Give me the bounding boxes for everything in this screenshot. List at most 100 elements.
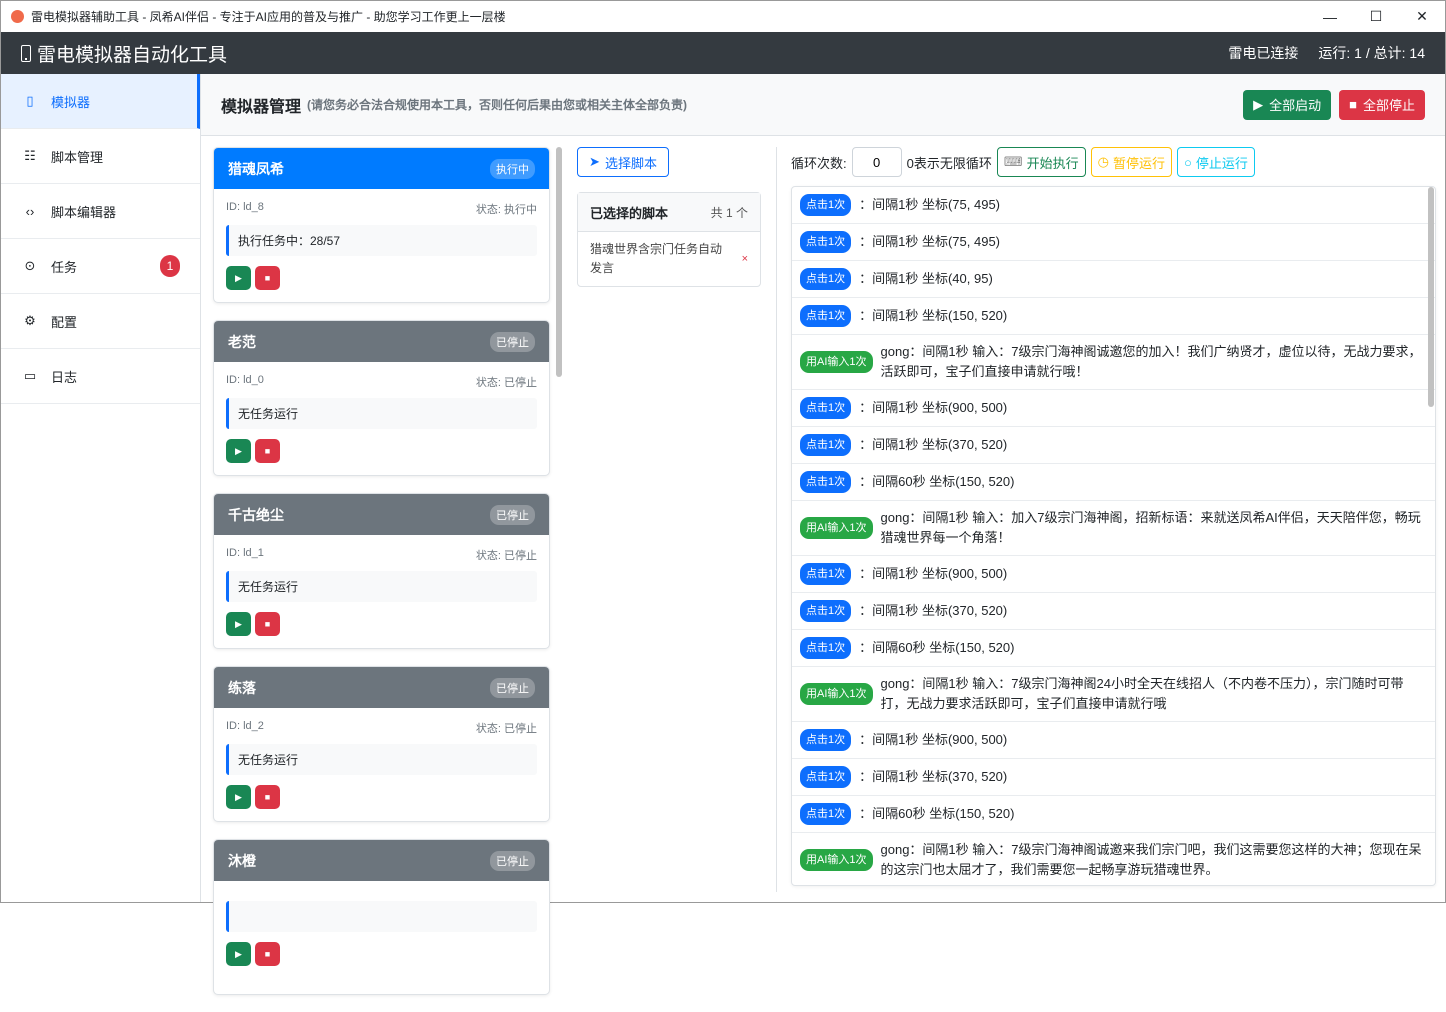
action-tag: 点击1次 — [800, 194, 852, 216]
sidebar-item-label: 日志 — [51, 369, 78, 385]
stop-emulator-button[interactable]: ■ — [255, 942, 280, 966]
emulator-card: 沐橙 已停止 ▶ ■ — [213, 839, 550, 995]
start-execution-button[interactable]: ⌨ 开始执行 — [996, 147, 1086, 177]
stop-icon: ■ — [264, 273, 271, 283]
stop-emulator-button[interactable]: ■ — [255, 612, 280, 636]
stop-all-button[interactable]: ■ 全部停止 — [1339, 89, 1425, 120]
stop-emulator-button[interactable]: ■ — [255, 785, 280, 809]
step-row: 点击1次 ：间隔60秒 坐标(150, 520) — [792, 796, 1435, 833]
stop-icon: ■ — [264, 949, 271, 959]
action-tag: 点击1次 — [800, 637, 852, 659]
emulator-card: 猎魂凤希 执行中 ID: ld_8 状态: 执行中 执行任务中：28/57 ▶ ■ — [213, 147, 550, 303]
script-name: 猎魂世界含宗门任务自动发言 — [590, 242, 723, 275]
start-emulator-button[interactable]: ▶ — [226, 942, 251, 966]
remove-script-button[interactable]: × — [742, 250, 748, 269]
task-status: 无任务运行 — [226, 744, 537, 775]
status-badge: 已停止 — [490, 331, 535, 352]
emulator-status: 状态: 执行中 — [475, 204, 537, 216]
execution-panel: 循环次数: 0表示无限循环 ⌨开始执行 ◷暂停运行 ○停止运行 点击1次 ：间隔1… — [791, 147, 1436, 886]
task-status: 无任务运行 — [226, 398, 537, 429]
step-row: 点击1次 ：间隔1秒 坐标(75, 495) — [792, 187, 1435, 224]
step-row: 点击1次 ：间隔1秒 坐标(370, 520) — [792, 593, 1435, 630]
emulator-name: 千古绝尘 — [228, 506, 284, 523]
action-tag: 点击1次 — [800, 434, 852, 456]
loop-count-input[interactable] — [851, 147, 902, 177]
stop-emulator-button[interactable]: ■ — [255, 266, 280, 290]
status-badge: 已停止 — [490, 504, 535, 525]
app-header: 雷电模拟器自动化工具 雷电已连接 运行: 1 / 总计: 14 — [1, 32, 1445, 74]
emulator-name: 练落 — [228, 679, 256, 696]
task-status: 执行任务中：28/57 — [226, 225, 537, 256]
sidebar-item-emulator[interactable]: ▯ 模拟器 — [1, 74, 200, 129]
play-icon: ▶ — [235, 948, 242, 959]
select-script-button[interactable]: ➤ 选择脚本 — [577, 147, 669, 177]
emulator-card: 老范 已停止 ID: ld_0 状态: 已停止 无任务运行 ▶ ■ — [213, 320, 550, 476]
connection-status: 雷电已连接 — [1228, 45, 1299, 61]
page-title: 模拟器管理 — [221, 98, 302, 116]
emulator-status: 状态: 已停止 — [475, 550, 537, 562]
step-text: ：间隔1秒 坐标(370, 520) — [859, 769, 1008, 784]
step-row: 点击1次 ：间隔1秒 坐标(75, 495) — [792, 224, 1435, 261]
maximize-button[interactable]: ☐ — [1353, 1, 1399, 32]
action-tag: 点击1次 — [800, 600, 852, 622]
stop-icon: ■ — [264, 619, 271, 629]
loop-count-label: 循环次数: — [791, 155, 847, 171]
start-emulator-button[interactable]: ▶ — [226, 439, 251, 463]
step-row: 点击1次 ：间隔1秒 坐标(900, 500) — [792, 390, 1435, 427]
script-selection-panel: ➤ 选择脚本 已选择的脚本 共 1 个 猎魂世界含宗门任务自动发言 × — [577, 147, 761, 287]
play-icon: ▶ — [235, 272, 242, 283]
emulator-card: 千古绝尘 已停止 ID: ld_1 状态: 已停止 无任务运行 ▶ ■ — [213, 493, 550, 649]
start-emulator-button[interactable]: ▶ — [226, 612, 251, 636]
start-emulator-button[interactable]: ▶ — [226, 785, 251, 809]
step-text: gong：间隔1秒 输入：加入7级宗门海神阁，招新标语：来就送凤希AI伴侣，天天… — [880, 510, 1421, 545]
emulator-id: ID: ld_0 — [226, 374, 264, 386]
start-all-button[interactable]: ▶ 全部启动 — [1243, 89, 1332, 120]
play-icon: ▶ — [235, 445, 242, 456]
log-scrollbar[interactable] — [1428, 187, 1434, 407]
start-emulator-button[interactable]: ▶ — [226, 266, 251, 290]
action-tag: 点击1次 — [800, 729, 852, 751]
emulator-name: 老范 — [228, 333, 256, 350]
step-text: ：间隔1秒 坐标(900, 500) — [859, 566, 1008, 581]
sidebar-item-config[interactable]: ⚙ 配置 — [1, 294, 200, 349]
main-content: 模拟器管理 (请您务必合法合规使用本工具，否则任何后果由您或相关主体全部负责) … — [201, 74, 1445, 995]
sidebar-item-logs[interactable]: ▭ 日志 — [1, 349, 200, 404]
run-stats: 运行: 1 / 总计: 14 — [1318, 45, 1425, 61]
button-label: 选择脚本 — [604, 155, 657, 171]
action-tag: 用AI输入1次 — [800, 351, 873, 373]
sidebar-item-tasks[interactable]: ⊙ 任务 1 — [1, 239, 200, 294]
sidebar-item-label: 配置 — [51, 314, 78, 330]
sidebar-item-label: 脚本编辑器 — [51, 204, 117, 220]
action-tag: 点击1次 — [800, 563, 852, 585]
step-row: 点击1次 ：间隔1秒 坐标(370, 520) — [792, 427, 1435, 464]
step-row: 用AI输入1次 gong：间隔1秒 输入：7级宗门海神阁24小时全天在线招人（不内… — [792, 667, 1435, 722]
play-icon: ▶ — [235, 618, 242, 629]
step-text: ：间隔1秒 坐标(150, 520) — [859, 308, 1008, 323]
stop-emulator-button[interactable]: ■ — [255, 439, 280, 463]
step-text: ：间隔1秒 坐标(370, 520) — [859, 603, 1008, 618]
button-label: 开始执行 — [1026, 155, 1079, 171]
card-list-scrollbar[interactable] — [556, 147, 562, 377]
selected-count: 共 1 个 — [710, 205, 748, 220]
gear-icon: ⚙ — [24, 313, 36, 328]
chat-icon: ○ — [1184, 154, 1192, 170]
step-text: ：间隔60秒 坐标(150, 520) — [859, 806, 1015, 821]
play-icon: ▶ — [1253, 96, 1264, 112]
minimize-button[interactable]: — — [1307, 1, 1353, 32]
emulator-id: ID: ld_2 — [226, 720, 264, 732]
button-label: 暂停运行 — [1112, 155, 1165, 171]
sidebar-item-editor[interactable]: ‹› 脚本编辑器 — [1, 184, 200, 239]
sidebar: ▯ 模拟器 ☷ 脚本管理 ‹› 脚本编辑器 ⊙ 任务 1 ⚙ 配置 ▭ 日志 — [1, 74, 201, 902]
sidebar-item-scripts[interactable]: ☷ 脚本管理 — [1, 129, 200, 184]
title-bar: 雷电模拟器辅助工具 - 凤希AI伴侣 - 专注于AI应用的普及与推广 - 助您学… — [1, 1, 1445, 32]
sidebar-item-label: 模拟器 — [51, 94, 91, 110]
step-row: 用AI输入1次 gong：间隔1秒 输入：7级宗门海神阁诚邀来我们宗门吧，我们这需… — [792, 833, 1435, 885]
step-text: gong：间隔1秒 输入：7级宗门海神阁24小时全天在线招人（不内卷不压力），宗… — [880, 676, 1404, 711]
stop-icon: ■ — [264, 792, 271, 802]
emulator-name: 沐橙 — [228, 852, 256, 869]
action-tag: 点击1次 — [800, 268, 852, 290]
close-button[interactable]: ✕ — [1399, 1, 1445, 32]
pause-button[interactable]: ◷ 暂停运行 — [1090, 147, 1172, 177]
step-text: ：间隔60秒 坐标(150, 520) — [859, 640, 1015, 655]
stop-button[interactable]: ○ 停止运行 — [1177, 147, 1255, 177]
